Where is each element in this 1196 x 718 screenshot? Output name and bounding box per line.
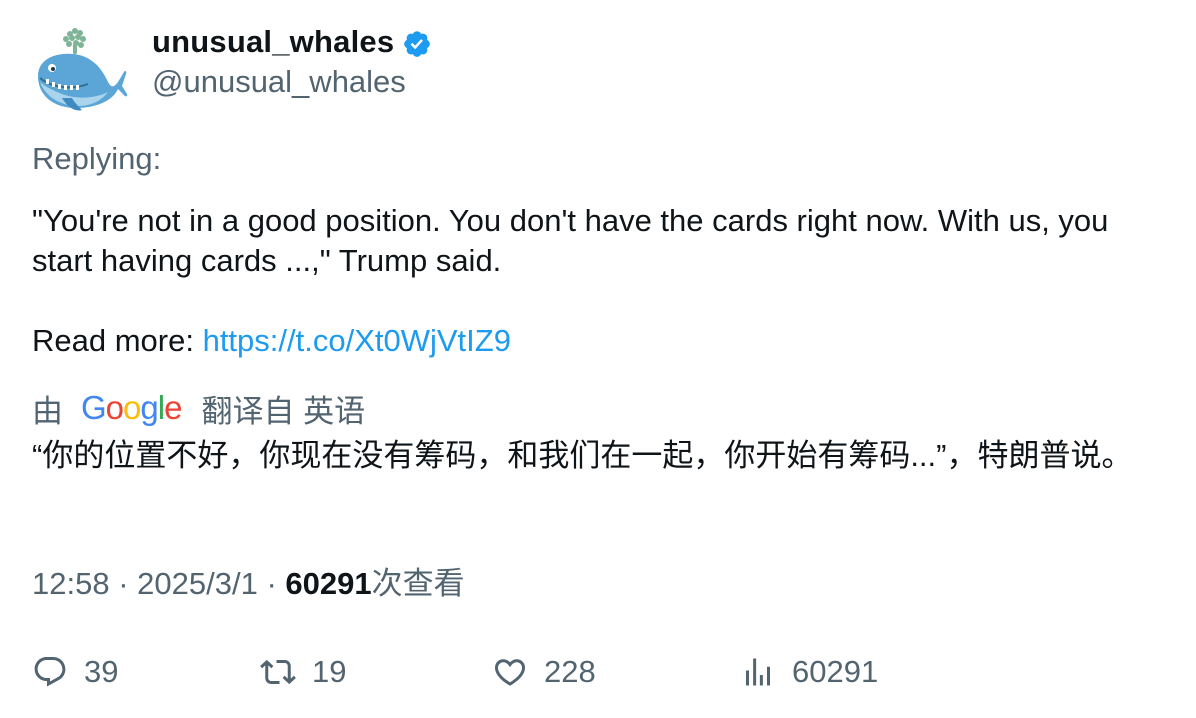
tweet-text: "You're not in a good position. You don'… — [32, 201, 1172, 281]
verified-badge-icon — [404, 30, 431, 57]
views-label: 次查看 — [371, 566, 465, 601]
tweet-time[interactable]: 12:58 — [32, 566, 110, 601]
heart-icon — [494, 659, 526, 686]
read-more-label: Read more: — [32, 323, 203, 358]
analytics-icon — [746, 658, 770, 686]
translation-attribution: 由 Google 翻译自 英语 — [32, 386, 365, 430]
like-button[interactable]: 228 — [492, 650, 596, 694]
retweet-button[interactable]: 19 — [260, 650, 346, 694]
action-bar: 39 19 228 60291 — [32, 650, 1172, 694]
author-names: unusual_whales @unusual_whales — [152, 24, 432, 100]
retweet-icon — [260, 659, 296, 685]
retweet-count: 19 — [312, 654, 347, 689]
views-button[interactable]: 60291 — [740, 650, 878, 694]
translation-suffix[interactable]: 翻译自 英语 — [201, 386, 365, 431]
tweet-meta: 12:58 · 2025/3/1 · 60291次查看 — [32, 564, 465, 604]
google-logo: Google — [81, 389, 182, 426]
translation-prefix: 由 — [32, 393, 63, 429]
tweet-date[interactable]: 2025/3/1 — [137, 566, 258, 601]
replying-label: Replying: — [32, 141, 162, 176]
whale-avatar-icon[interactable] — [32, 24, 128, 120]
read-more-line: Read more: https://t.co/Xt0WjVtIZ9 — [32, 321, 511, 361]
views-action-count: 60291 — [792, 654, 879, 689]
views-count: 60291 — [285, 566, 372, 601]
tweet-link[interactable]: https://t.co/Xt0WjVtIZ9 — [203, 323, 511, 358]
tweet-header: unusual_whales @unusual_whales — [32, 24, 432, 120]
reply-count: 39 — [84, 654, 119, 689]
tweet-body: "You're not in a good position. You don'… — [32, 203, 1109, 278]
reply-button[interactable]: 39 — [32, 650, 118, 694]
translated-text: “你的位置不好，你现在没有筹码，和我们在一起，你开始有筹码...”，特朗普说。 — [32, 438, 1133, 473]
like-count: 228 — [544, 654, 596, 689]
author-handle[interactable]: @unusual_whales — [152, 64, 432, 100]
reply-icon — [34, 657, 66, 687]
display-name-row: unusual_whales — [152, 24, 432, 60]
meta-separator: · — [266, 566, 277, 601]
author-display-name[interactable]: unusual_whales — [152, 24, 394, 60]
meta-separator: · — [118, 566, 129, 601]
